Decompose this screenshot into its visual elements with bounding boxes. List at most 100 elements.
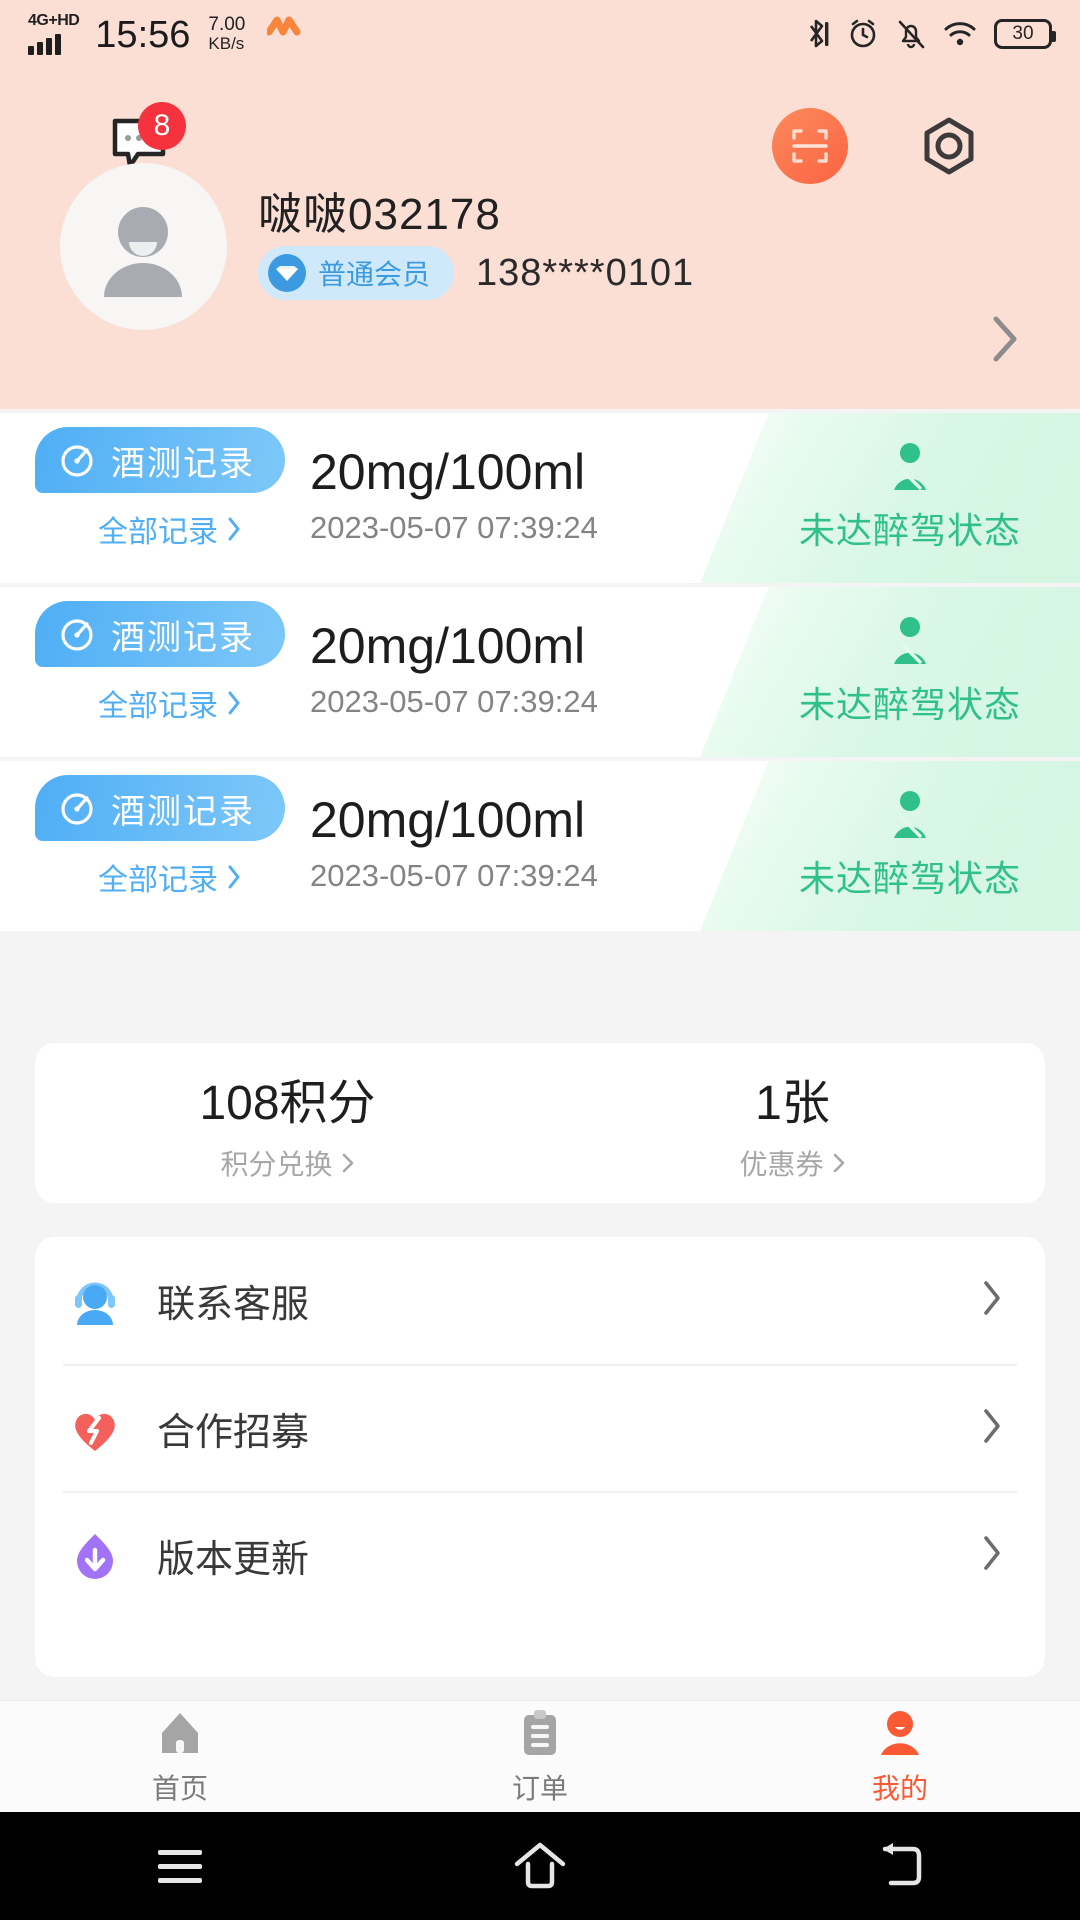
coupon-link[interactable]: 优惠券 <box>739 1143 845 1183</box>
points-link[interactable]: 积分兑换 <box>220 1143 354 1183</box>
record-status: 未达醉驾状态 <box>700 761 1080 931</box>
battery-indicator: 30 <box>994 19 1056 49</box>
coupon-section[interactable]: 1张 优惠券 <box>540 1043 1045 1203</box>
network-speed: 7.00 KB/s <box>208 15 245 53</box>
record-status-label: 未达醉驾状态 <box>798 684 1021 725</box>
record-status-label: 未达醉驾状态 <box>798 510 1021 551</box>
menu-item-customer-service[interactable]: 联系客服 <box>63 1237 1017 1364</box>
net-speed-unit: KB/s <box>208 34 245 53</box>
status-bar-right: 30 <box>804 17 1056 51</box>
user-meta-row: 普通会员 138****0101 <box>258 246 694 300</box>
record-card[interactable]: 酒测记录 全部记录 20mg/100ml 2023-05-07 07:39:24… <box>0 587 1080 757</box>
tab-home[interactable]: 首页 <box>0 1701 360 1812</box>
scan-button[interactable] <box>772 108 848 184</box>
person-icon <box>881 1710 919 1755</box>
chevron-right-icon <box>984 1536 1000 1570</box>
coupon-link-label: 优惠券 <box>739 1149 824 1180</box>
gauge-icon <box>61 793 93 825</box>
wifi-icon <box>944 22 976 46</box>
record-time: 2023-05-07 07:39:24 <box>310 510 598 545</box>
profile-header: 8 啵啵032178 普通会员 138****0101 <box>0 68 1080 409</box>
tab-orders[interactable]: 订单 <box>360 1701 720 1812</box>
net-speed-value: 7.00 <box>208 14 246 35</box>
network-type-label: 4G+HD <box>28 12 80 29</box>
menu-item-label: 版本更新 <box>157 1539 310 1581</box>
tab-label: 首页 <box>151 1772 208 1804</box>
all-records-label: 全部记录 <box>98 864 218 897</box>
points-section[interactable]: 108积分 积分兑换 <box>35 1043 540 1203</box>
record-list: 酒测记录 全部记录 20mg/100ml 2023-05-07 07:39:24… <box>0 413 1080 935</box>
chevron-right-icon <box>984 1281 1000 1315</box>
all-records-link[interactable]: 全部记录 <box>98 507 242 551</box>
header-icon-row: 8 <box>0 96 1080 184</box>
tab-label: 我的 <box>871 1772 928 1804</box>
vip-badge[interactable]: 普通会员 <box>258 246 455 300</box>
record-status-label: 未达醉驾状态 <box>798 858 1021 899</box>
back-icon <box>882 1843 922 1886</box>
nav-home-button[interactable] <box>360 1838 720 1894</box>
heart-icon <box>265 16 303 51</box>
battery-level-label: 30 <box>1012 23 1034 44</box>
coupon-value: 1张 <box>755 1077 830 1130</box>
phone-label: 138****0101 <box>476 251 695 294</box>
record-value: 20mg/100ml <box>310 618 586 674</box>
settings-hex-icon <box>924 117 974 175</box>
tab-label: 订单 <box>511 1772 568 1804</box>
record-status: 未达醉驾状态 <box>700 587 1080 757</box>
gauge-icon <box>61 619 93 651</box>
menu-item-partnership[interactable]: 合作招募 <box>63 1364 1017 1491</box>
record-card[interactable]: 酒测记录 全部记录 20mg/100ml 2023-05-07 07:39:24… <box>0 413 1080 583</box>
chevron-right-icon <box>342 1153 353 1173</box>
android-nav-bar <box>0 1812 1080 1920</box>
record-tag: 酒测记录 <box>35 601 285 667</box>
clock-label: 15:56 <box>95 14 191 56</box>
avatar[interactable] <box>60 163 227 330</box>
vip-badge-label: 普通会员 <box>318 259 431 290</box>
clipboard-icon <box>524 1709 556 1755</box>
app-screen: 4G+HD 15:56 7.00 KB/s 30 8 啵啵032178 普通会员… <box>0 0 1080 1920</box>
chevron-right-icon <box>228 691 240 715</box>
gauge-icon <box>61 445 93 477</box>
record-value: 20mg/100ml <box>310 792 586 848</box>
tab-mine[interactable]: 我的 <box>720 1701 1080 1812</box>
menu-item-version-update[interactable]: 版本更新 <box>63 1491 1017 1618</box>
all-records-label: 全部记录 <box>98 516 218 549</box>
alarm-clock-icon <box>850 19 876 48</box>
status-bar: 4G+HD 15:56 7.00 KB/s 30 <box>0 0 1080 68</box>
chevron-right-icon <box>228 865 240 889</box>
diamond-icon <box>268 254 306 292</box>
settings-button[interactable] <box>914 112 984 182</box>
menu-item-label: 联系客服 <box>157 1284 310 1326</box>
menu-item-arrow <box>981 1279 1003 1322</box>
menu-item-arrow <box>981 1534 1003 1577</box>
menu-item-arrow <box>981 1407 1003 1450</box>
record-tag-label: 酒测记录 <box>111 444 255 483</box>
chevron-right-icon <box>833 1153 844 1173</box>
record-card[interactable]: 酒测记录 全部记录 20mg/100ml 2023-05-07 07:39:24… <box>0 761 1080 931</box>
points-card: 108积分 积分兑换 1张 优惠券 <box>35 1043 1045 1203</box>
bell-mute-icon <box>898 20 925 49</box>
chevron-right-icon <box>993 316 1017 362</box>
bluetooth-icon <box>809 19 829 48</box>
signal-bars-icon <box>28 31 61 55</box>
record-value: 20mg/100ml <box>310 444 586 500</box>
download-update-icon <box>63 1528 127 1584</box>
menu-card: 联系客服 合作招募 版本更新 <box>35 1237 1045 1677</box>
nav-menu-button[interactable] <box>0 1841 360 1892</box>
seatbelt-driver-icon <box>894 443 926 490</box>
seatbelt-driver-icon <box>894 617 926 664</box>
all-records-label: 全部记录 <box>98 690 218 723</box>
username-label: 啵啵032178 <box>258 190 501 239</box>
avatar-placeholder-icon <box>104 207 182 297</box>
all-records-link[interactable]: 全部记录 <box>98 855 242 899</box>
seatbelt-driver-icon <box>894 791 926 838</box>
nav-back-button[interactable] <box>720 1839 1080 1893</box>
scan-icon <box>792 129 828 163</box>
record-time: 2023-05-07 07:39:24 <box>310 858 598 893</box>
home-outline-icon <box>514 1842 566 1889</box>
menu-icon <box>158 1841 202 1892</box>
record-time: 2023-05-07 07:39:24 <box>310 684 598 719</box>
status-bar-left: 4G+HD 15:56 7.00 KB/s <box>28 13 303 55</box>
all-records-link[interactable]: 全部记录 <box>98 681 242 725</box>
profile-detail-arrow[interactable] <box>988 313 1022 370</box>
